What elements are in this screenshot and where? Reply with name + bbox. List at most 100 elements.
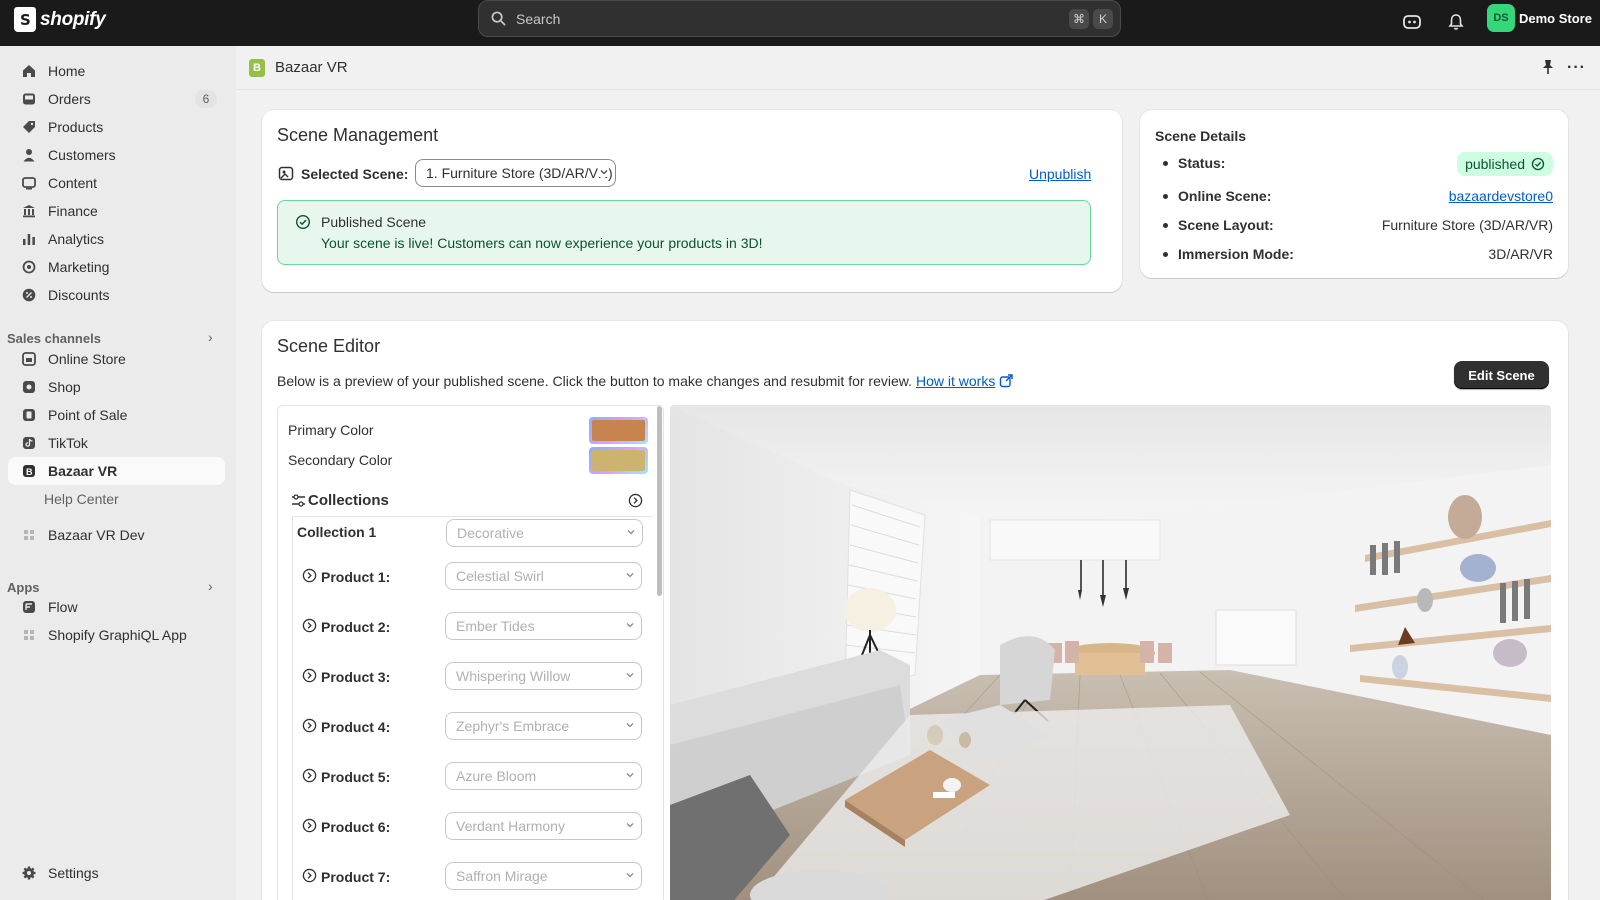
primary-color-swatch[interactable] (589, 417, 648, 444)
expand-product-icon[interactable] (302, 618, 317, 636)
target-icon (20, 258, 38, 276)
edit-scene-button[interactable]: Edit Scene (1454, 361, 1549, 389)
chevron-down-icon (626, 773, 634, 778)
sidebar-item-label: Discounts (48, 287, 110, 303)
scene-management-card: Scene Management Selected Scene: 1. Furn… (262, 110, 1122, 292)
sidebar-item-orders[interactable]: Orders 6 (8, 85, 225, 113)
product-select[interactable]: Zephyr's Embrace (445, 712, 642, 740)
chevron-right-icon[interactable]: › (208, 578, 213, 594)
shopify-logo[interactable]: shopify (14, 7, 106, 32)
product-select[interactable]: Saffron Mirage (445, 862, 642, 890)
sidebar-item-shop[interactable]: Shop (8, 373, 225, 401)
scene-management-title: Scene Management (277, 125, 439, 145)
immersion-mode-value: 3D/AR/VR (1488, 246, 1553, 262)
panel-scrollbar[interactable] (657, 406, 662, 596)
product-select-value: Verdant Harmony (456, 818, 565, 834)
product-row: Product 5: Azure Bloom (302, 762, 647, 791)
scene-editor-description-row: Below is a preview of your published sce… (277, 373, 1014, 389)
sidebar-item-label: Customers (48, 147, 116, 163)
scene-layout-row: Scene Layout: Furniture Store (3D/AR/VR) (1155, 214, 1553, 236)
product-label: Product 5: (321, 768, 391, 785)
sidebar-item-discounts[interactable]: Discounts (8, 281, 225, 309)
sidebar-item-online-store[interactable]: Online Store (8, 345, 225, 373)
store-name[interactable]: Demo Store (1519, 11, 1592, 26)
product-label: Product 3: (321, 668, 391, 685)
secondary-color-fill (592, 450, 645, 471)
product-select[interactable]: Whispering Willow (445, 662, 642, 690)
product-label: Product 4: (321, 718, 391, 735)
bell-icon[interactable] (1445, 11, 1467, 33)
selected-scene-label: Selected Scene: (301, 166, 409, 182)
product-select[interactable]: Verdant Harmony (445, 812, 642, 840)
sidebar-item-analytics[interactable]: Analytics (8, 225, 225, 253)
chevron-down-icon (626, 823, 634, 828)
scene-preview[interactable] (670, 405, 1551, 900)
expand-product-icon[interactable] (302, 568, 317, 586)
secondary-color-swatch[interactable] (589, 447, 648, 474)
expand-product-icon[interactable] (302, 868, 317, 886)
chevron-down-icon (626, 673, 634, 678)
search-input[interactable]: Search ⌘ K (478, 0, 1121, 37)
sidebar-item-bazaar-vr-dev[interactable]: Bazaar VR Dev (8, 521, 225, 549)
status-badge: published (1457, 152, 1553, 176)
expand-product-icon[interactable] (302, 718, 317, 736)
sliders-icon (291, 494, 306, 510)
product-select[interactable]: Ember Tides (445, 612, 642, 640)
collections-label: Collections (308, 492, 389, 509)
search-icon (491, 11, 506, 26)
more-actions-icon[interactable]: ··· (1567, 59, 1586, 77)
scene-select[interactable]: 1. Furniture Store (3D/AR/VR) (415, 159, 616, 187)
sidebar-item-finance[interactable]: Finance (8, 197, 225, 225)
chevron-right-icon[interactable]: › (208, 329, 213, 345)
bank-icon (20, 202, 38, 220)
chevron-down-icon (599, 167, 609, 177)
sidebar-item-point-of-sale[interactable]: Point of Sale (8, 401, 225, 429)
scene-layout-label: Scene Layout: (1178, 217, 1274, 233)
sidebar-item-marketing[interactable]: Marketing (8, 253, 225, 281)
scene-editor-title: Scene Editor (277, 336, 381, 356)
sidebar-item-label: Analytics (48, 231, 105, 247)
expand-product-icon[interactable] (302, 768, 317, 786)
online-scene-row: Online Scene: bazaardevstore0 (1155, 185, 1553, 207)
bullet (1163, 222, 1168, 228)
app-grid-icon (20, 526, 38, 544)
sidebar-item-bazaar-vr[interactable]: B Bazaar VR (8, 457, 225, 485)
product-row: Product 6: Verdant Harmony (302, 812, 647, 841)
orders-count-badge: 6 (195, 90, 217, 108)
secondary-color-label: Secondary Color (288, 452, 393, 468)
expand-product-icon[interactable] (302, 818, 317, 836)
sidebar-item-content[interactable]: Content (8, 169, 225, 197)
scene-details-title: Scene Details (1155, 128, 1247, 144)
collapse-collections-icon[interactable] (628, 493, 643, 511)
collection-1-select[interactable]: Decorative (446, 519, 643, 547)
unpublish-link[interactable]: Unpublish (1029, 166, 1091, 182)
sidebar-item-tiktok[interactable]: TikTok (8, 429, 225, 457)
pin-icon[interactable] (1541, 59, 1555, 78)
online-scene-link[interactable]: bazaardevstore0 (1449, 188, 1553, 204)
scene-editor-card: Scene Editor Below is a preview of your … (262, 321, 1568, 900)
sidekick-icon[interactable] (1401, 11, 1423, 33)
expand-product-icon[interactable] (302, 668, 317, 686)
sidebar-item-settings[interactable]: Settings (8, 859, 225, 887)
scene-select-value: 1. Furniture Store (3D/AR/VR) (426, 165, 613, 181)
sidebar-item-help-center[interactable]: Help Center (8, 485, 225, 513)
sidebar-item-label: Home (48, 63, 86, 79)
how-it-works-link[interactable]: How it works (916, 373, 995, 389)
sidebar-item-products[interactable]: Products (8, 113, 225, 141)
collection-1-value: Decorative (457, 525, 524, 541)
sidebar-item-flow[interactable]: Flow (8, 593, 225, 621)
sidebar-item-home[interactable]: Home (8, 57, 225, 85)
avatar[interactable]: DS (1487, 4, 1515, 32)
content-icon (20, 174, 38, 192)
external-link-icon[interactable] (999, 374, 1014, 388)
scene-render-image (670, 405, 1551, 900)
published-banner: Published Scene Your scene is live! Cust… (277, 200, 1091, 265)
sidebar-item-customers[interactable]: Customers (8, 141, 225, 169)
product-select[interactable]: Azure Bloom (445, 762, 642, 790)
product-select[interactable]: Celestial Swirl (445, 562, 642, 590)
scene-editor-description: Below is a preview of your published sce… (277, 373, 912, 389)
bullet (1163, 193, 1168, 199)
sidebar-item-graphiql[interactable]: Shopify GraphiQL App (8, 621, 225, 649)
scene-details-card: Scene Details Status: published Online S… (1140, 110, 1568, 278)
inbox-icon (20, 90, 38, 108)
